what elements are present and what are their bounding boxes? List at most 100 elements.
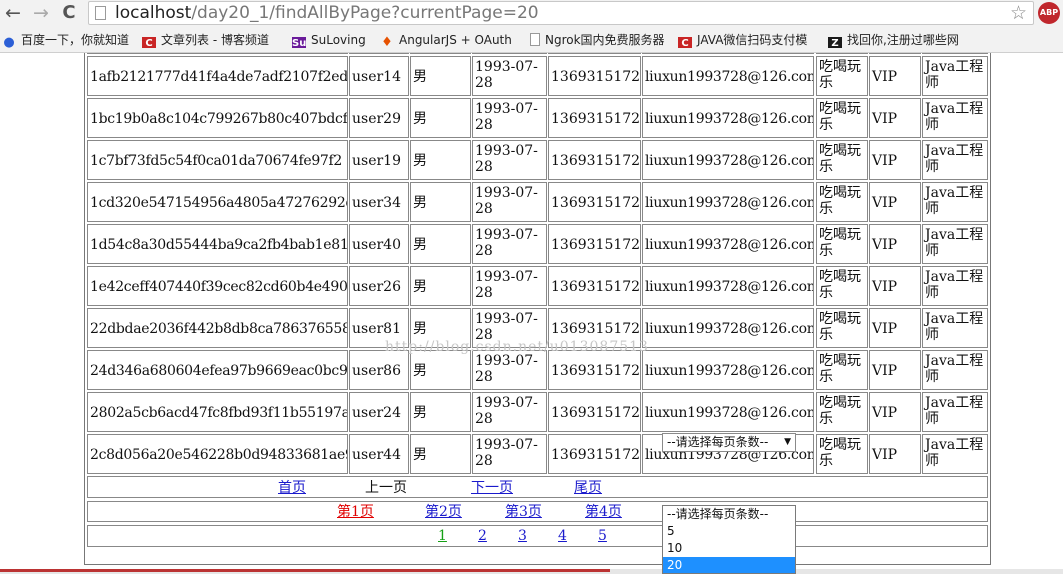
bookmark-item[interactable]: C JAVA微信扫码支付模 [678, 32, 818, 48]
angular-icon: ♦ [381, 35, 393, 49]
bookmark-item[interactable]: Z 找回你,注册过哪些网 [828, 32, 968, 48]
status-strip [0, 569, 1063, 574]
forward-icon[interactable]: → [30, 2, 52, 24]
cell-user: user24 [349, 392, 409, 432]
next-page-link[interactable]: 下一页 [471, 479, 513, 497]
cell-id: 22dbdae2036f442b8db8ca7863765586 [87, 308, 348, 348]
cell-job: Java工程师 [922, 224, 988, 264]
dropdown-arrow-icon: ▼ [784, 437, 791, 447]
reload-icon[interactable]: C [58, 2, 80, 24]
cell-vip: VIP [869, 182, 921, 222]
cell-id: 1c7bf73fd5c54f0ca01da70674fe97f2 [87, 140, 348, 180]
csdn-icon: C [678, 37, 692, 48]
cell-hobby: 吃喝玩乐 [816, 308, 868, 348]
browser-toolbar: ← → C localhost/day20_1/findAllByPage?cu… [0, 0, 1063, 27]
cell-sex: 男 [410, 56, 471, 96]
cell-phone: 13693151725 [548, 266, 641, 306]
page-group-link[interactable]: 第3页 [505, 503, 542, 521]
page-icon [530, 33, 540, 46]
bookmark-label: 百度一下，你就知道 [21, 33, 130, 47]
page-size-option[interactable]: 10 [663, 540, 795, 557]
cell-phone: 13693151725 [548, 434, 641, 474]
url-host: localhost [115, 3, 192, 23]
cell-birthday: 1993-07-28 [472, 392, 547, 432]
cell-hobby: 吃喝玩乐 [816, 392, 868, 432]
cell-sex: 男 [410, 392, 471, 432]
table-cell-partial [410, 53, 471, 54]
cell-job: Java工程师 [922, 182, 988, 222]
bookmark-item[interactable]: ● 百度一下，你就知道 [2, 32, 134, 48]
page-number-link[interactable]: 4 [558, 527, 567, 545]
pager-row [87, 525, 988, 547]
cell-email: liuxun1993728@126.com [642, 392, 814, 432]
page-number-link[interactable]: 2 [478, 527, 487, 545]
bookmarks-bar: ● 百度一下，你就知道 C 文章列表 - 博客频道 Su SuLoving ♦ Angular… [0, 27, 1063, 53]
cell-phone: 13693151725 [548, 392, 641, 432]
status-strip-bar [0, 569, 610, 572]
cell-birthday: 1993-07-28 [472, 434, 547, 474]
table-cell-partial [349, 53, 409, 54]
cell-sex: 男 [410, 140, 471, 180]
cell-sex: 男 [410, 182, 471, 222]
cell-phone: 13693151725 [548, 98, 641, 138]
bookmark-label: AngularJS + OAuth [399, 33, 512, 47]
page-size-option[interactable]: 20 [663, 557, 795, 573]
bookmark-item[interactable]: Ngrok国内免费服务器 [530, 32, 670, 48]
adblock-icon[interactable]: ABP [1038, 2, 1060, 24]
cell-email: liuxun1993728@126.com [642, 182, 814, 222]
cell-vip: VIP [869, 140, 921, 180]
cell-birthday: 1993-07-28 [472, 266, 547, 306]
page-group-link[interactable]: 第1页 [337, 503, 374, 521]
cell-job: Java工程师 [922, 98, 988, 138]
last-page-link[interactable]: 尾页 [574, 479, 602, 497]
page-size-select[interactable]: --请选择每页条数-- ▼ [662, 433, 796, 452]
cell-vip: VIP [869, 350, 921, 390]
table-cell-partial [642, 53, 814, 54]
cell-sex: 男 [410, 98, 471, 138]
page-number-link[interactable]: 5 [598, 527, 607, 545]
paw-icon: ● [3, 35, 15, 49]
bookmark-label: Ngrok国内免费服务器 [545, 33, 665, 47]
cell-hobby: 吃喝玩乐 [816, 56, 868, 96]
url-text[interactable]: localhost/day20_1/findAllByPage?currentP… [115, 3, 539, 23]
cell-sex: 男 [410, 266, 471, 306]
page-size-option[interactable]: --请选择每页条数-- [663, 506, 795, 523]
cell-id: 2802a5cb6acd47fc8fbd93f11b55197a [87, 392, 348, 432]
user-table: 1afb2121777d41f4a4de7adf2107f2ed user14 男 1… [84, 53, 991, 565]
cell-user: user34 [349, 182, 409, 222]
cell-email: liuxun1993728@126.com [642, 266, 814, 306]
first-page-link[interactable]: 首页 [278, 479, 306, 497]
cell-hobby: 吃喝玩乐 [816, 350, 868, 390]
cell-phone: 13693151725 [548, 140, 641, 180]
table-cell-partial [869, 53, 921, 54]
bookmark-star-icon[interactable]: ☆ [1010, 2, 1027, 24]
pager-row [87, 476, 988, 498]
z-icon: Z [828, 37, 842, 48]
cell-birthday: 1993-07-28 [472, 350, 547, 390]
cell-job: Java工程师 [922, 350, 988, 390]
cell-user: user44 [349, 434, 409, 474]
page-group-link[interactable]: 第2页 [425, 503, 462, 521]
back-icon[interactable]: ← [2, 2, 24, 24]
cell-sex: 男 [410, 434, 471, 474]
cell-id: 1bc19b0a8c104c799267b80c407bdcfd [87, 98, 348, 138]
cell-hobby: 吃喝玩乐 [816, 182, 868, 222]
cell-hobby: 吃喝玩乐 [816, 224, 868, 264]
cell-user: user40 [349, 224, 409, 264]
address-bar[interactable]: localhost/day20_1/findAllByPage?currentP… [88, 1, 1034, 25]
bookmark-item[interactable]: C 文章列表 - 博客频道 [142, 32, 277, 48]
cell-id: 1afb2121777d41f4a4de7adf2107f2ed [87, 56, 348, 96]
bookmark-label: JAVA微信扫码支付模 [697, 33, 808, 47]
page-group-link[interactable]: 第4页 [585, 503, 622, 521]
table-cell-partial [816, 53, 868, 54]
page-size-option[interactable]: 5 [663, 523, 795, 540]
cell-id: 1cd320e547154956a4805a47276292df [87, 182, 348, 222]
cell-job: Java工程师 [922, 392, 988, 432]
cell-email: liuxun1993728@126.com [642, 140, 814, 180]
page-number-link[interactable]: 3 [518, 527, 527, 545]
page-number-link[interactable]: 1 [438, 527, 447, 545]
bookmark-item[interactable]: ♦ AngularJS + OAuth [380, 32, 520, 48]
cell-phone: 13693151725 [548, 224, 641, 264]
cell-phone: 13693151725 [548, 350, 641, 390]
bookmark-item[interactable]: Su SuLoving [292, 32, 372, 48]
